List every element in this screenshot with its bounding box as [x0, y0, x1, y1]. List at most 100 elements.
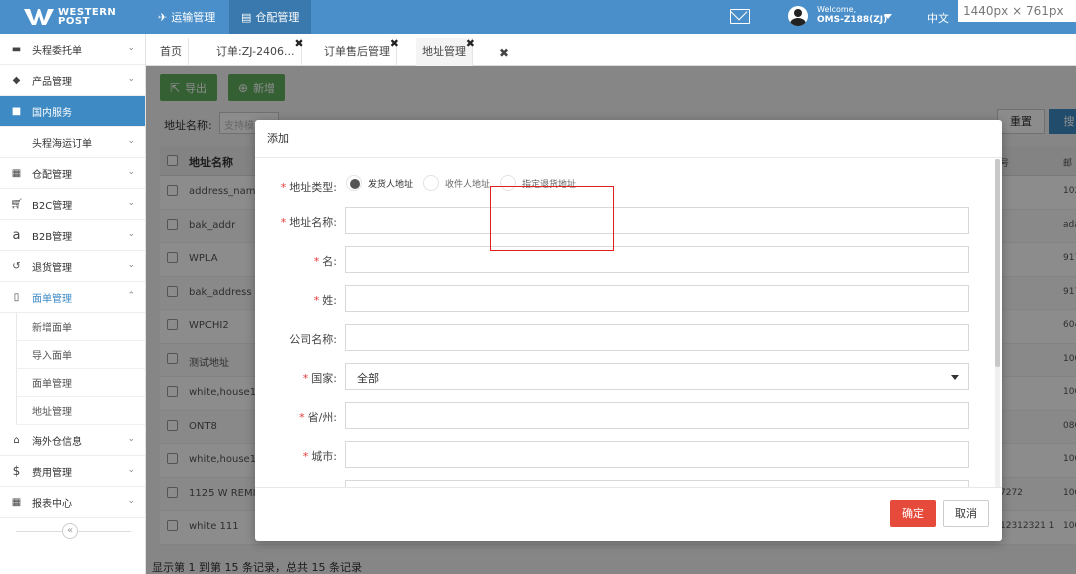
tag-icon: ◆ [12, 74, 21, 86]
city-label: * 城市: [302, 450, 337, 463]
first-name-row: * 名: [255, 246, 975, 274]
sidebar-subitem-address-management[interactable]: 地址管理 [16, 397, 145, 425]
sidebar-item-label: 面单管理 [32, 293, 72, 305]
folder-icon: ■ [11, 105, 22, 117]
city-input[interactable] [345, 441, 969, 468]
grid-icon: ▦ [11, 167, 22, 179]
tab-home[interactable]: 首页 [154, 38, 189, 66]
user-menu[interactable]: Welcome, OMS-Z188(ZJ) [817, 4, 887, 26]
avatar[interactable] [788, 6, 808, 26]
address-name-row: * 地址名称: [255, 207, 975, 235]
sidebar-item-label: 费用管理 [32, 467, 72, 479]
caret-down-icon [951, 375, 959, 380]
close-icon[interactable]: ✖ [390, 30, 399, 58]
tab-strip: 首页 订单:ZJ-2406... ✖ 订单售后管理 ✖ 地址管理 ✖ ✖ [146, 34, 1076, 66]
sidebar-subitem-label-management[interactable]: 面单管理 [16, 369, 145, 397]
radio-label: 发货人地址 [368, 179, 414, 190]
sidebar-item-b2b[interactable]: a B2B管理 ⌄ [0, 220, 145, 251]
close-icon[interactable]: ✖ [466, 30, 475, 58]
sidebar-item-labels[interactable]: ▯ 面单管理 ⌃ [0, 282, 145, 313]
sidebar-item-products[interactable]: ◆ 产品管理 ⌄ [0, 65, 145, 96]
country-selected-value: 全部 [357, 372, 379, 385]
company-row: 公司名称: [255, 324, 975, 352]
first-name-label: * 名: [313, 255, 337, 268]
address-name-input[interactable] [345, 207, 969, 234]
topnav-warehouse-label: 仓配管理 [255, 11, 300, 24]
cart-icon: 🛒︎ [10, 198, 23, 210]
radio-sender-address[interactable]: 发货人地址 [346, 175, 413, 191]
next-field-row [255, 480, 975, 487]
close-icon[interactable]: ✖ [294, 30, 303, 58]
brand-name: WESTERN POST [58, 8, 116, 27]
table-icon: ▦ [11, 496, 22, 508]
scrollbar-thumb[interactable] [995, 159, 1000, 367]
sidebar-item-warehouse[interactable]: ▦ 仓配管理 ⌄ [0, 158, 145, 189]
sidebar-item-label: 国内服务 [32, 107, 72, 119]
sidebar-item-label: 头程委托单 [32, 45, 82, 57]
sidebar-item-sea-orders[interactable]: 头程海运订单 ⌄ [0, 127, 145, 158]
briefcase-icon: ▬ [11, 43, 22, 55]
account-name: OMS-Z188(ZJ) [817, 15, 888, 25]
state-input[interactable] [345, 402, 969, 429]
city-row: * 城市: [255, 441, 975, 469]
sidebar-item-domestic-service[interactable]: ■ 国内服务 [0, 96, 145, 127]
radio-recipient-address[interactable]: 收件人地址 [423, 175, 490, 191]
chevron-down-icon: ⌄ [127, 136, 135, 146]
sidebar-item-label: 退货管理 [32, 262, 72, 274]
tab-label: 首页 [160, 45, 182, 58]
last-name-input[interactable] [345, 285, 969, 312]
dialog-scrollbar[interactable] [995, 159, 1000, 487]
chevron-down-icon: ⌄ [127, 434, 135, 444]
tab-order[interactable]: 订单:ZJ-2406... ✖ [210, 37, 304, 66]
mail-icon[interactable] [730, 9, 750, 24]
sidebar-subitem-import-label[interactable]: 导入面单 [16, 341, 145, 369]
close-all-tabs-icon[interactable]: ✖ [499, 46, 509, 60]
tab-address-management[interactable]: 地址管理 ✖ [416, 37, 475, 66]
cancel-button[interactable]: 取消 [943, 500, 989, 527]
chevron-down-icon: ⌄ [127, 496, 135, 506]
sidebar-item-first-leg-orders[interactable]: ▬ 头程委托单 ⌄ [0, 34, 145, 65]
address-type-label: * 地址类型: [280, 181, 337, 194]
sidebar-item-reports[interactable]: ▦ 报表中心 ⌄ [0, 487, 145, 518]
chevron-down-icon: ⌄ [127, 260, 135, 270]
tab-after-sales[interactable]: 订单售后管理 ✖ [318, 37, 399, 66]
sidebar-item-label: B2B管理 [32, 231, 73, 243]
chevron-down-icon: ⌄ [127, 74, 135, 84]
company-label: 公司名称: [289, 333, 337, 346]
country-select[interactable]: 全部 [345, 363, 969, 390]
sidebar-item-label: 仓配管理 [32, 169, 72, 181]
document-icon: ▯ [13, 291, 20, 303]
topnav-warehouse[interactable]: ▤ 仓配管理 [229, 0, 312, 34]
radio-label: 收件人地址 [445, 179, 491, 190]
country-label: * 国家: [302, 372, 337, 385]
sidebar-item-b2c[interactable]: 🛒︎ B2C管理 ⌄ [0, 189, 145, 220]
chevron-down-icon: ⌄ [127, 167, 135, 177]
sidebar-item-fees[interactable]: $ 费用管理 ⌄ [0, 456, 145, 487]
country-row: * 国家: 全部 [255, 363, 975, 391]
first-name-input[interactable] [345, 246, 969, 273]
tab-label: 订单售后管理 [324, 45, 390, 58]
chevron-up-icon: ⌃ [127, 291, 135, 301]
chevron-down-icon[interactable] [884, 14, 892, 19]
sidebar-item-returns[interactable]: ↺ 退货管理 ⌄ [0, 251, 145, 282]
sidebar-item-overseas-warehouse[interactable]: ⌂ 海外仓信息 ⌄ [0, 425, 145, 456]
home-icon: ⌂ [13, 434, 20, 446]
top-bar: WESTERN POST ✈ 运输管理 ▤ 仓配管理 Welcome, OMS-… [0, 0, 1076, 34]
dollar-icon: $ [12, 464, 21, 478]
brand-logo[interactable]: WESTERN POST [0, 0, 146, 34]
add-address-dialog: 添加 * 地址类型: 发货人地址 收件人地址 指定退货地址 * 地址名称: * 名: … [255, 120, 1002, 541]
sidebar-item-label: 海外仓信息 [32, 436, 82, 448]
collapse-sidebar-button[interactable]: « [62, 523, 78, 539]
sidebar-item-label: B2C管理 [32, 200, 73, 212]
sidebar: ▬ 头程委托单 ⌄ ◆ 产品管理 ⌄ ■ 国内服务 头程海运订单 ⌄ ▦ 仓配管理 ⌄ 🛒︎ B2… [0, 34, 146, 574]
chevron-down-icon: ⌄ [127, 43, 135, 53]
topnav-transport[interactable]: ✈ 运输管理 [146, 0, 227, 34]
next-field-input[interactable] [345, 480, 969, 487]
company-input[interactable] [345, 324, 969, 351]
sidebar-item-label: 头程海运订单 [32, 138, 92, 150]
clipboard-icon: ▤ [241, 10, 252, 24]
sidebar-subitem-new-label[interactable]: 新增面单 [16, 313, 145, 341]
confirm-button[interactable]: 确定 [890, 500, 936, 527]
return-icon: ↺ [12, 260, 21, 272]
language-switch[interactable]: 中文 [927, 10, 949, 26]
